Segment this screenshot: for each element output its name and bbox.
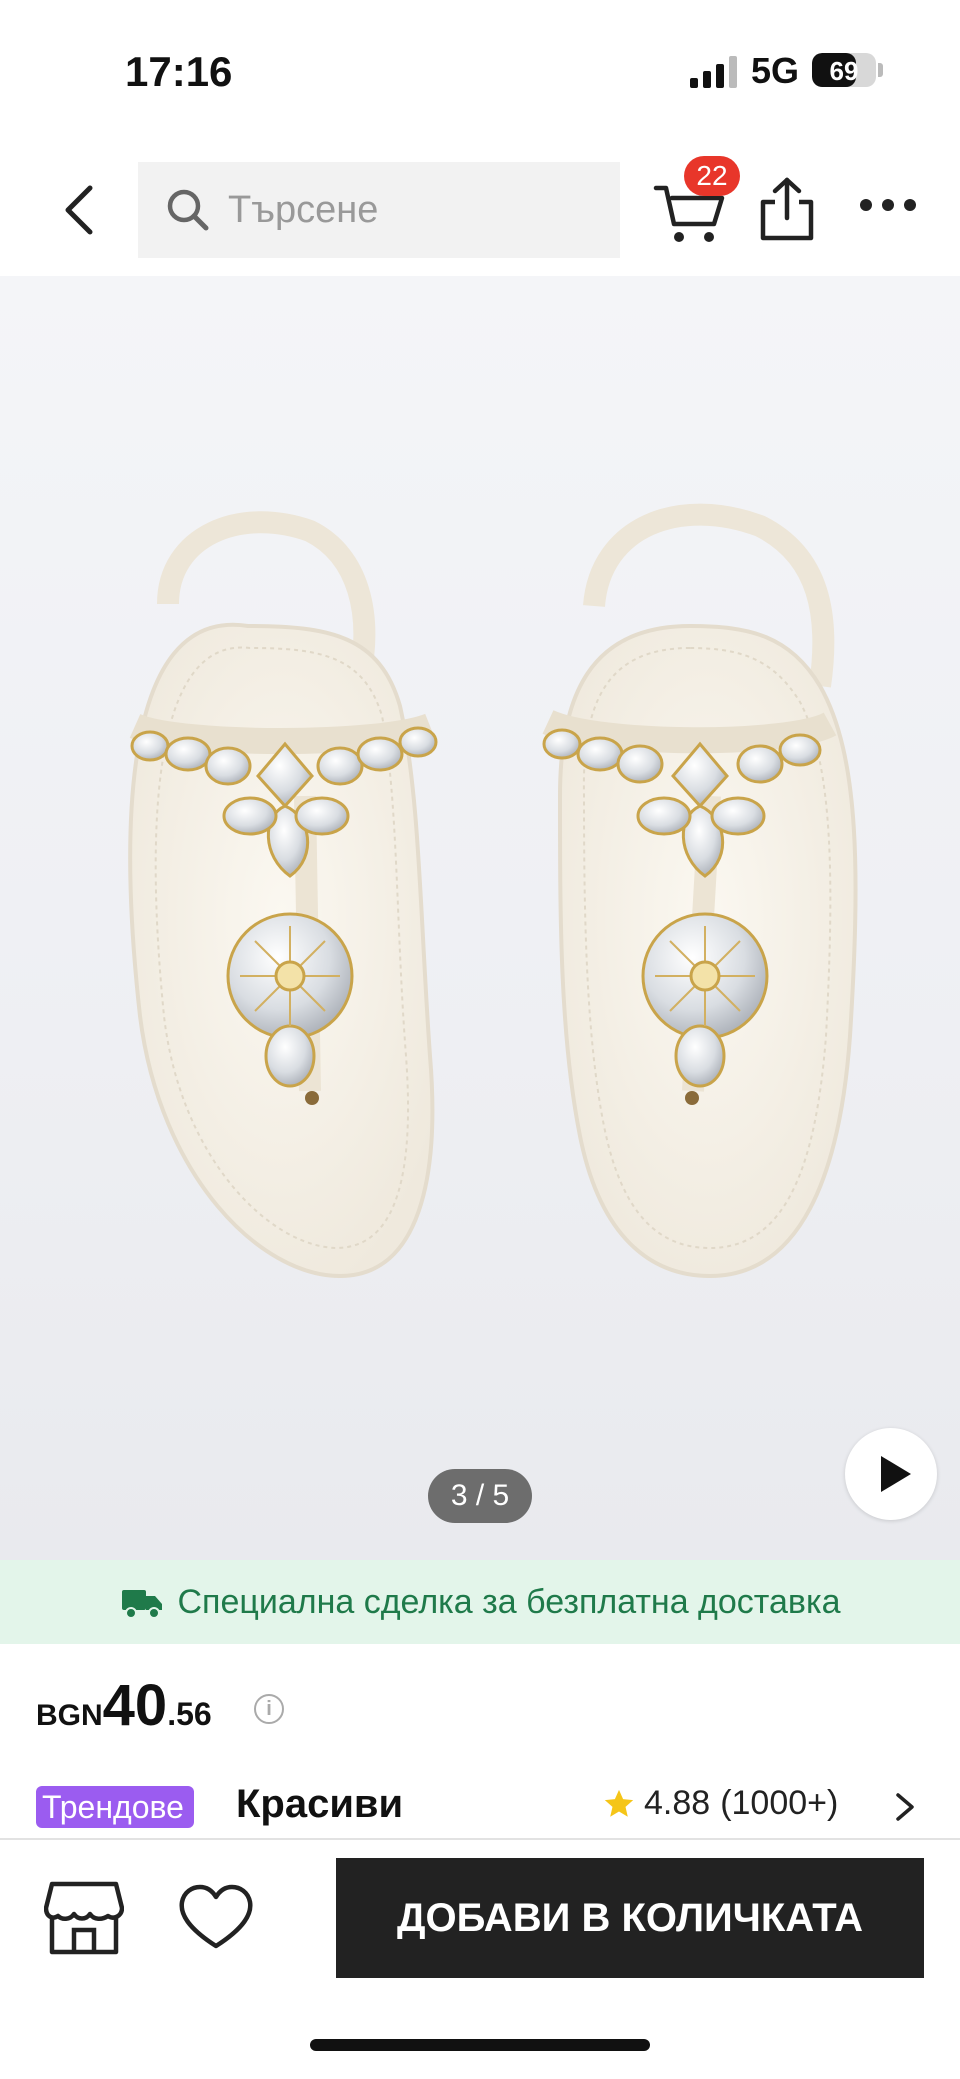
network-type: 5G [751, 50, 800, 91]
truck-icon [121, 1590, 162, 1619]
more-icon[interactable] [858, 190, 918, 220]
trend-badge-label: Трендове [42, 1789, 184, 1825]
back-icon[interactable] [50, 180, 110, 240]
star-icon [604, 1789, 634, 1817]
play-icon[interactable] [845, 1428, 937, 1520]
cart-count-badge: 22 [684, 156, 740, 196]
signal-icon [690, 56, 737, 88]
product-summary-row: Трендове Красиви 4.88 (1000+) [36, 1780, 926, 1830]
share-icon[interactable] [758, 176, 816, 242]
battery-icon: 69 [812, 53, 876, 87]
battery-level: 69 [829, 56, 859, 86]
review-count: (1000+) [720, 1784, 839, 1822]
product-rating[interactable]: 4.88 (1000+) [602, 1784, 838, 1823]
chevron-right-icon[interactable] [892, 1792, 918, 1822]
product-image-gallery[interactable]: 3 / 5 [0, 276, 960, 1560]
search-icon [167, 189, 209, 231]
heart-icon[interactable] [178, 1884, 254, 1952]
store-icon[interactable] [44, 1880, 124, 1956]
search-input[interactable]: Търсене [138, 162, 620, 258]
price-currency: BGN [36, 1699, 103, 1732]
product-price: BGN 40 .56 [36, 1672, 212, 1739]
price-decimal: .56 [167, 1696, 212, 1732]
status-time: 17:16 [125, 48, 233, 95]
add-to-cart-button[interactable]: ДОБАВИ В КОЛИЧКАТА [336, 1858, 924, 1978]
home-indicator [310, 2039, 650, 2051]
top-nav: Търсене 22 [0, 150, 960, 270]
divider [0, 1838, 960, 1840]
image-counter: 3 / 5 [428, 1469, 532, 1523]
product-name: Красиви [236, 1782, 404, 1826]
battery-tip [878, 63, 883, 77]
free-shipping-banner[interactable]: Специална сделка за безплатна доставка [0, 1560, 960, 1644]
shipping-banner-text: Специална сделка за безплатна доставка [177, 1582, 841, 1621]
search-placeholder: Търсене [228, 188, 379, 231]
rating-value: 4.88 [644, 1784, 711, 1822]
price-integer: 40 [102, 1673, 168, 1738]
trend-badge: Трендове [36, 1786, 194, 1828]
status-bar: 17:16 5G 69 [0, 0, 960, 140]
info-icon[interactable]: i [254, 1694, 284, 1724]
product-image [128, 503, 858, 1279]
